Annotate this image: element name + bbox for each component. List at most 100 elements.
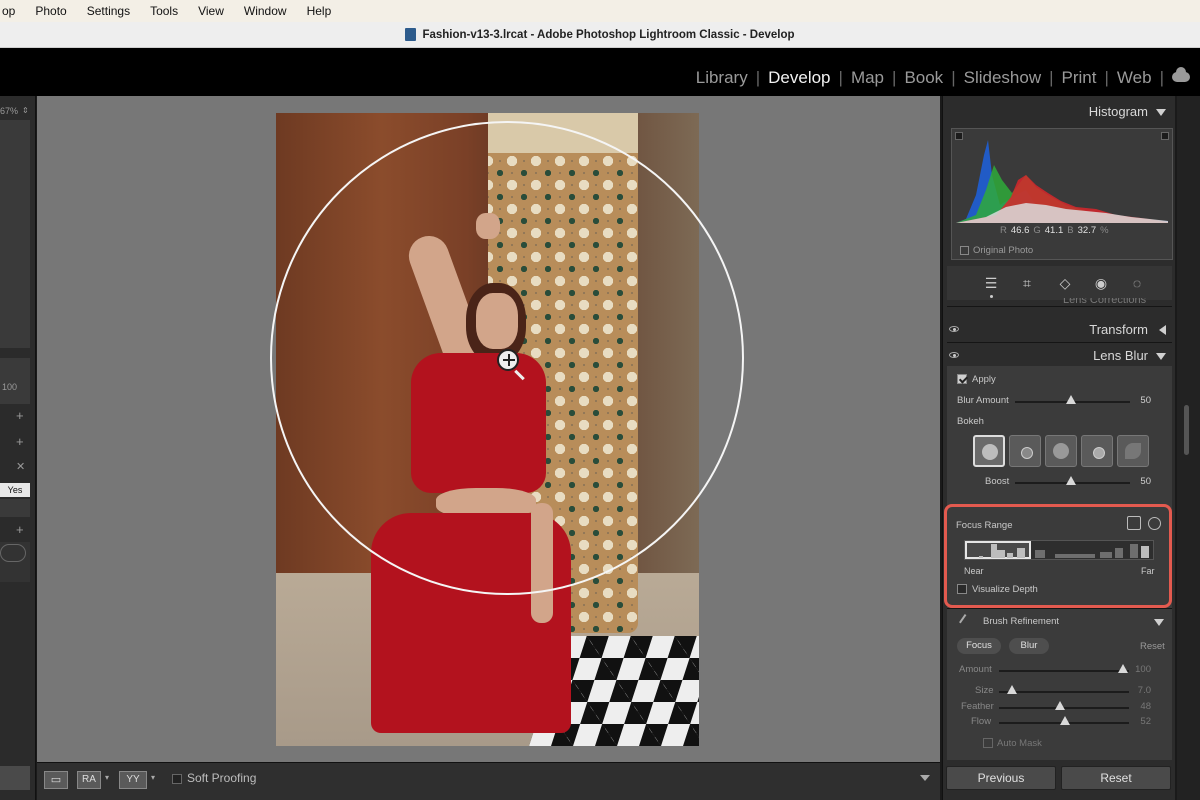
bokeh-blade-button[interactable] — [1045, 435, 1077, 467]
bokeh-cat-eye-button[interactable] — [1117, 435, 1149, 467]
amount-label: Amount — [959, 664, 992, 675]
red-eye-icon[interactable]: ◉ — [1093, 275, 1109, 291]
module-print[interactable]: Print — [1054, 68, 1105, 88]
menu-app[interactable]: op — [0, 0, 25, 22]
navigator-zoom[interactable]: 67% — [0, 106, 18, 116]
brush-reset-button[interactable]: Reset — [1140, 641, 1165, 652]
lens-blur-title: Lens Blur — [1093, 348, 1148, 363]
apply-checkbox[interactable] — [957, 374, 967, 384]
flow-label: Flow — [971, 716, 992, 727]
soft-proofing-checkbox[interactable] — [172, 774, 182, 784]
add-collection-icon[interactable]: + — [16, 522, 24, 537]
module-slideshow[interactable]: Slideshow — [956, 68, 1050, 88]
histogram[interactable]: R 46.6 G 41.1 B 32.7 % Original Photo — [951, 128, 1173, 260]
catalog-file-icon — [405, 28, 417, 41]
previous-button[interactable]: Previous — [946, 766, 1056, 790]
collapse-triangle-icon[interactable] — [1156, 353, 1166, 360]
before-after-yy-button[interactable]: YY — [119, 771, 147, 789]
zoom-in-cursor-icon — [497, 349, 519, 371]
bokeh-label: Bokeh — [957, 416, 984, 427]
menu-window[interactable]: Window — [234, 0, 297, 22]
masking-icon[interactable]: ◌ — [1129, 275, 1145, 291]
transform-header[interactable]: Transform — [943, 318, 1176, 342]
before-after-lr-button[interactable]: RA — [77, 771, 101, 789]
brush-icon — [959, 614, 973, 628]
crop-icon[interactable]: ⌗ — [1019, 275, 1035, 291]
bottom-toolbar: ▭ RA ▾ YY ▾ Soft Proofing — [37, 762, 940, 800]
mac-menubar: op Photo Settings Tools View Window Help — [0, 0, 1200, 22]
develop-tool-strip: ☰ ⌗ ◇ ◉ ◌ — [947, 266, 1172, 300]
blur-brush-button[interactable]: Blur — [1009, 638, 1049, 654]
brush-refinement-label[interactable]: Brush Refinement — [983, 616, 1059, 627]
scrollbar-thumb[interactable] — [1184, 405, 1189, 455]
add-preset-icon[interactable]: + — [16, 408, 24, 423]
module-map[interactable]: Map — [843, 68, 892, 88]
blur-amount-label: Blur Amount — [957, 395, 1009, 406]
cloud-sync-icon[interactable] — [1172, 67, 1190, 82]
close-icon[interactable]: ✕ — [16, 460, 25, 473]
lens-blur-header[interactable]: Lens Blur — [943, 344, 1176, 368]
photo-canvas[interactable] — [37, 96, 940, 762]
original-photo-label: Original Photo — [973, 245, 1034, 256]
import-button[interactable] — [0, 766, 30, 790]
menu-settings[interactable]: Settings — [77, 0, 140, 22]
blur-amount-value[interactable]: 50 — [1127, 395, 1151, 406]
boost-knob[interactable] — [1066, 476, 1076, 485]
histogram-header[interactable]: Histogram — [943, 100, 1176, 124]
bokeh-circle-button[interactable] — [973, 435, 1005, 467]
remove-eraser-icon[interactable]: ◇ — [1057, 275, 1073, 291]
focus-brush-button[interactable]: Focus — [957, 638, 1001, 654]
lens-blur-visibility-eye-icon[interactable] — [949, 352, 959, 358]
divider — [947, 306, 1172, 307]
module-book[interactable]: Book — [896, 68, 951, 88]
histogram-title: Histogram — [1088, 104, 1148, 119]
add-snapshot-icon[interactable]: + — [16, 434, 24, 449]
left-toggle[interactable] — [0, 544, 26, 562]
left-panel: 67% ⇕ 100 + + ✕ Yes + — [0, 96, 36, 800]
bokeh-bubble-button[interactable] — [1009, 435, 1041, 467]
size-knob[interactable] — [1007, 685, 1017, 694]
edit-sliders-icon[interactable]: ☰ — [983, 275, 999, 291]
zoom-dropdown-icon[interactable]: ⇕ — [22, 106, 29, 115]
feather-value[interactable]: 48 — [1127, 701, 1151, 712]
menu-tools[interactable]: Tools — [140, 0, 188, 22]
collapse-triangle-icon[interactable] — [1156, 109, 1166, 116]
transform-visibility-eye-icon[interactable] — [949, 326, 959, 332]
apply-label: Apply — [972, 374, 996, 385]
menu-photo[interactable]: Photo — [25, 0, 76, 22]
auto-mask-label: Auto Mask — [997, 738, 1042, 749]
amount-value[interactable]: 100 — [1127, 664, 1151, 675]
before-after-dropdown-icon[interactable]: ▾ — [105, 773, 109, 782]
auto-mask-checkbox[interactable] — [983, 738, 993, 748]
module-library[interactable]: Library — [688, 68, 756, 88]
yy-dropdown-icon[interactable]: ▾ — [151, 773, 155, 782]
module-develop[interactable]: Develop — [760, 68, 838, 88]
amount-slider[interactable] — [999, 670, 1129, 672]
size-slider[interactable] — [999, 691, 1129, 693]
menu-view[interactable]: View — [188, 0, 234, 22]
window-title: Fashion-v13-3.lrcat - Adobe Photoshop Li… — [422, 28, 795, 41]
bokeh-ring-button[interactable] — [1081, 435, 1113, 467]
flow-knob[interactable] — [1060, 716, 1070, 725]
flow-value[interactable]: 52 — [1127, 716, 1151, 727]
boost-label: Boost — [985, 476, 1010, 487]
divider — [947, 342, 1172, 343]
module-separator: | — [1159, 68, 1164, 87]
module-web[interactable]: Web — [1109, 68, 1160, 88]
size-value[interactable]: 7.0 — [1127, 685, 1151, 696]
brush-refinement-collapse-icon[interactable] — [1154, 619, 1164, 626]
navigator-preview — [0, 120, 30, 348]
feather-knob[interactable] — [1055, 701, 1065, 710]
lens-corrections-header-partial[interactable]: Lens Corrections — [1063, 298, 1146, 306]
focus-range-highlight-box — [944, 504, 1172, 608]
menu-help[interactable]: Help — [297, 0, 342, 22]
loupe-view-button[interactable]: ▭ — [44, 771, 68, 789]
reset-button[interactable]: Reset — [1061, 766, 1171, 790]
expand-triangle-icon[interactable] — [1159, 325, 1166, 335]
yes-badge[interactable]: Yes — [0, 483, 30, 497]
blur-amount-knob[interactable] — [1066, 395, 1076, 404]
original-photo-checkbox[interactable] — [960, 246, 969, 255]
boost-value[interactable]: 50 — [1127, 476, 1151, 487]
develop-bottom-buttons: Previous Reset — [942, 766, 1175, 790]
toolbar-options-dropdown-icon[interactable] — [920, 775, 930, 781]
